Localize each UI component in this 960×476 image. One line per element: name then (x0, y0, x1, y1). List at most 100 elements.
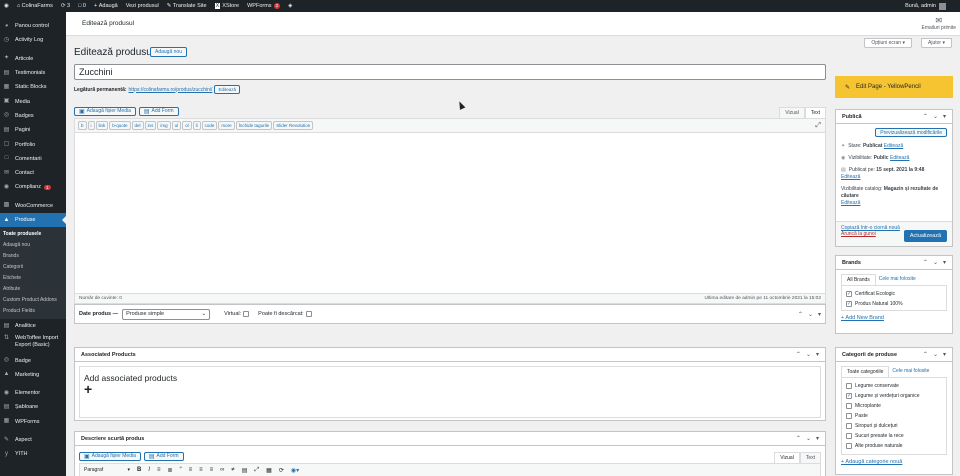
submenu-brands[interactable]: Brands (0, 251, 66, 262)
permalink-edit-button[interactable]: Editează (214, 85, 240, 94)
category-checkbox[interactable] (846, 433, 852, 439)
new-content-link[interactable]: + Adaugă (90, 0, 122, 12)
sidebar-item-contact[interactable]: ✉ Contact (0, 166, 66, 180)
move-down-icon[interactable]: ⌄ (808, 311, 813, 318)
sidebar-item-marketing[interactable]: ▲ Marketing (0, 368, 66, 382)
category-item[interactable]: Siropuri și dulcețuri (846, 421, 942, 431)
brand-checkbox[interactable]: ✓ (846, 301, 852, 307)
align-right-icon[interactable]: ≡ (210, 467, 214, 473)
sidebar-item-posts[interactable]: ✦ Articole (0, 52, 66, 66)
sidebar-item-woocommerce[interactable]: ▩ WooCommerce (0, 199, 66, 213)
category-item[interactable]: ✓ Legume și verdețuri organice (846, 391, 942, 401)
preview-changes-button[interactable]: Previzualizează modificările (875, 128, 947, 137)
sidebar-item-comments[interactable]: □ Comentarii (0, 152, 66, 166)
sidebar-item-static-blocks[interactable]: ▦ Static Blocks (0, 80, 66, 94)
sidebar-item-webtoffee[interactable]: ⇅ WebToffee Import Export (Basic) (0, 333, 66, 353)
product-title-input[interactable]: Zucchini (74, 64, 826, 80)
add-form-button[interactable]: ▤ Add Form (138, 106, 179, 116)
tab-text[interactable]: Text (804, 107, 826, 118)
slider-revolution-icon[interactable]: ⟳ (279, 467, 284, 474)
qt-ol-button[interactable]: ol (182, 121, 192, 130)
blockquote-icon[interactable]: “ (180, 467, 182, 473)
yoast-icon[interactable]: ◈ (284, 0, 296, 12)
toggle-icon[interactable]: ▾ (943, 259, 946, 266)
add-new-category-link[interactable]: + Adaugă categorie nouă (841, 459, 902, 465)
bullet-list-icon[interactable]: ≡ (157, 467, 161, 473)
move-down-icon[interactable]: ⌄ (933, 113, 938, 120)
yellowpencil-button[interactable]: ✎ Edit Page - YellowPencil (835, 76, 953, 98)
link-icon[interactable]: ∞ (220, 467, 224, 473)
date-edit-link[interactable]: Editează (841, 174, 860, 180)
add-new-button[interactable]: Adaugă nou (150, 47, 187, 57)
align-center-icon[interactable]: ≡ (199, 467, 203, 473)
categories-tab-used[interactable]: Cele mai folosite (889, 366, 932, 377)
italic-icon[interactable]: I (148, 467, 150, 473)
category-checkbox[interactable] (846, 413, 852, 419)
sidebar-item-activity-log[interactable]: ◷ Activity Log (0, 33, 66, 47)
xstore-link[interactable]: X XStore (211, 0, 244, 12)
category-item[interactable]: Sucuri presate la rece (846, 431, 942, 441)
sidebar-item-pages[interactable]: ▤ Pagini (0, 123, 66, 137)
catalog-edit-link[interactable]: Editează (841, 200, 860, 206)
sidebar-item-badge[interactable]: ◎ Badge (0, 353, 66, 367)
align-left-icon[interactable]: ≡ (189, 467, 193, 473)
visibility-edit-link[interactable]: Editează (890, 155, 909, 161)
move-down-icon[interactable]: ⌄ (806, 435, 811, 442)
brands-tab-all[interactable]: All Brands (841, 274, 876, 285)
bold-icon[interactable]: B (137, 467, 141, 473)
sidebar-item-complianz[interactable]: ◉ Complianz 1 (0, 180, 66, 194)
short-tab-visual[interactable]: Vizual (774, 452, 800, 463)
submenu-all-products[interactable]: Toate produsele (0, 229, 66, 240)
toolbar-toggle-icon[interactable]: ▦ (266, 467, 272, 474)
sidebar-item-templates[interactable]: ▤ Șabloane (0, 400, 66, 414)
toggle-icon[interactable]: ▾ (943, 113, 946, 120)
short-tab-text[interactable]: Text (799, 452, 821, 463)
updates-link[interactable]: ⟳ 3 (57, 0, 74, 12)
category-checkbox[interactable] (846, 423, 852, 429)
qt-link-button[interactable]: link (95, 121, 109, 130)
plus-icon[interactable]: + (84, 382, 816, 396)
numbered-list-icon[interactable]: ≣ (168, 467, 173, 474)
categories-tab-all[interactable]: Toate categoriile (841, 366, 890, 377)
add-new-brand-link[interactable]: + Add New Brand (841, 315, 884, 321)
move-down-icon[interactable]: ⌄ (933, 259, 938, 266)
move-up-icon[interactable]: ⌃ (923, 351, 928, 358)
category-item[interactable]: Alte produse naturale (846, 441, 942, 451)
update-button[interactable]: Actualizează (903, 230, 947, 242)
move-up-icon[interactable]: ⌃ (796, 435, 801, 442)
fullscreen-icon[interactable]: ⤢ (815, 122, 821, 130)
qt-quote-button[interactable]: b-quote (109, 121, 131, 130)
sidebar-item-appearance[interactable]: ✎ Aspect (0, 433, 66, 447)
submenu-custom-product-addons[interactable]: Custom Product Addons (0, 295, 66, 306)
move-up-icon[interactable]: ⌃ (923, 259, 928, 266)
brands-tab-used[interactable]: Cele mai folosite (876, 274, 919, 285)
sidebar-item-yith[interactable]: y YITH (0, 447, 66, 461)
submenu-attributes[interactable]: Atribute (0, 284, 66, 295)
qt-more-button[interactable]: more (218, 121, 235, 130)
short-add-media-button[interactable]: ▣ Adaugă fișier Media (79, 451, 141, 461)
category-item[interactable]: Microplante (846, 401, 942, 411)
sidebar-item-analytics[interactable]: ▤ Analitice (0, 319, 66, 333)
qt-close-tags-button[interactable]: Închide tagurile (235, 121, 273, 130)
qt-li-button[interactable]: li (192, 121, 201, 130)
sidebar-item-products[interactable]: ▲ Produse (0, 212, 66, 228)
short-add-form-button[interactable]: ▤ Add Form (143, 451, 184, 461)
qt-slider-revolution-button[interactable]: Slider Revolution (273, 121, 314, 130)
submenu-tags[interactable]: Etichete (0, 273, 66, 284)
submenu-categories[interactable]: Categorii (0, 262, 66, 273)
category-checkbox[interactable] (846, 443, 852, 449)
sidebar-item-wpforms[interactable]: ▦ WPForms (0, 415, 66, 429)
move-down-icon[interactable]: ⌄ (806, 351, 811, 358)
move-up-icon[interactable]: ⌃ (796, 351, 801, 358)
user-greeting[interactable]: Bună, admin (901, 0, 960, 12)
inbox-notifications[interactable]: ✉ Emailuri primite (922, 16, 956, 31)
qt-italic-button[interactable]: i (87, 121, 95, 130)
add-media-button[interactable]: ▣ Adaugă fișier Media (74, 106, 136, 116)
category-item[interactable]: Legume conservate (846, 381, 942, 391)
sidebar-item-media[interactable]: ▣ Media (0, 94, 66, 108)
category-checkbox[interactable]: ✓ (846, 393, 852, 399)
site-name-link[interactable]: ⌂ ColinaFarms (13, 0, 57, 12)
category-item[interactable]: Paste (846, 411, 942, 421)
view-product-link[interactable]: Vezi produsul (122, 0, 163, 12)
sidebar-item-portfolio[interactable]: ▢ Portfolio (0, 137, 66, 151)
